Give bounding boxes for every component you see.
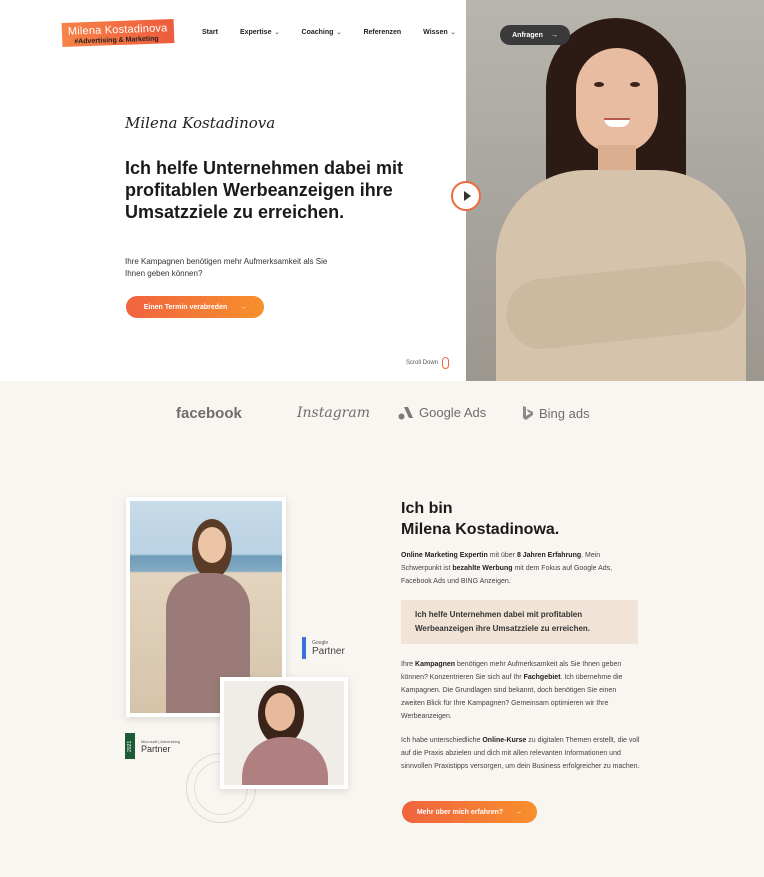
google-ads-icon <box>398 406 413 419</box>
badge-bar <box>302 637 306 659</box>
play-icon <box>463 191 471 201</box>
nav-item-expertise[interactable]: Expertise ⌄ <box>240 29 280 36</box>
about-paragraph-intro: Online Marketing Expertin mit über 8 Jah… <box>401 549 641 588</box>
chevron-down-icon: ⌄ <box>450 30 456 36</box>
brand-label: facebook <box>176 405 242 422</box>
photo-eye <box>594 82 604 87</box>
photo-smile <box>604 118 630 127</box>
badge-big-text: Partner <box>312 645 345 657</box>
photo-top <box>242 737 328 785</box>
bold-text: Fachgebiet <box>523 674 561 681</box>
brand-facebook-logo: facebook <box>176 405 242 422</box>
anfragen-button[interactable]: Anfragen → <box>500 25 570 45</box>
brand-label: Instagram <box>297 405 370 421</box>
brand-instagram-logo: Instagram <box>297 405 370 421</box>
scroll-down-indicator[interactable]: Scroll Down <box>406 357 450 369</box>
photo-face <box>265 693 295 731</box>
scroll-down-label: Scroll Down <box>406 360 439 366</box>
anfragen-label: Anfragen <box>512 31 543 39</box>
logo-tagline: #Advertising & Marketing <box>74 35 159 46</box>
photo-face <box>576 48 658 153</box>
nav-item-referenzen[interactable]: Referenzen <box>363 29 401 36</box>
google-partner-badge: Google Partner <box>302 637 345 659</box>
bold-text: Online-Kurse <box>482 737 527 744</box>
hero-section: Milena Kostadinova #Advertising & Market… <box>0 0 764 381</box>
arrow-right-icon: → <box>515 808 523 816</box>
nav-item-start[interactable]: Start <box>202 29 218 36</box>
portrait-photo <box>224 681 344 785</box>
video-play-button[interactable] <box>451 181 481 211</box>
learn-more-button[interactable]: Mehr über mich erfahren? → <box>402 801 537 823</box>
chevron-down-icon: ⌄ <box>336 30 342 36</box>
brand-google-ads-logo: Google Ads <box>398 405 486 420</box>
bold-text: bezahlte Werbung <box>452 565 513 572</box>
about-paragraph-campaigns: Ihre Kampagnen benötigen mehr Aufmerksam… <box>401 658 641 723</box>
text: Ihre <box>401 661 416 668</box>
main-nav: Start Expertise ⌄ Coaching ⌄ Referenzen Wi… <box>202 29 478 36</box>
arrow-right-icon: → <box>239 303 247 311</box>
bold-text: 8 Jahren Erfahrung <box>516 552 582 559</box>
button-label: Einen Termin verabreden <box>143 303 228 311</box>
heading-line: Ich bin <box>401 500 453 517</box>
text: Ich habe unterschiedliche <box>401 737 483 744</box>
bing-icon <box>523 406 533 420</box>
site-logo[interactable]: Milena Kostadinova #Advertising & Market… <box>61 19 175 47</box>
portrait-photo-frame <box>220 677 348 789</box>
brand-bing-ads-logo: Bing ads <box>522 405 590 421</box>
brand-label: Google Ads <box>419 405 487 420</box>
microsoft-partner-badge: 2021 Microsoft | Advertising Partner <box>125 733 180 759</box>
nav-label: Start <box>202 29 218 36</box>
badge-year: 2021 <box>125 733 135 759</box>
about-paragraph-courses: Ich habe unterschiedliche Online-Kurse z… <box>401 734 641 773</box>
bold-text: Kampagnen <box>415 661 456 668</box>
arrow-right-icon: → <box>550 31 558 39</box>
signature: Milena Kostadinova <box>125 114 276 132</box>
badge-big-text: Partner <box>141 743 171 754</box>
about-heading: Ich bin Milena Kostadinowa. <box>401 498 559 540</box>
hero-subline: Ihre Kampagnen benötigen mehr Aufmerksam… <box>125 257 328 278</box>
badge-small-text: Microsoft | Advertising <box>141 738 181 744</box>
heading-line: Milena Kostadinowa. <box>401 521 560 538</box>
brand-label: Bing ads <box>539 405 590 421</box>
mouse-icon <box>442 357 450 369</box>
hero-portrait-photo <box>466 0 764 381</box>
nav-label: Expertise <box>239 29 272 36</box>
photo-face <box>198 527 226 563</box>
photo-eye <box>630 82 640 87</box>
nav-label: Wissen <box>423 29 448 36</box>
about-section: facebook Instagram Google Ads Bing ads G… <box>0 381 764 877</box>
bold-text: Online Marketing Expertin <box>401 552 488 559</box>
text: mit über <box>487 552 517 559</box>
nav-label: Coaching <box>301 29 334 36</box>
nav-item-coaching[interactable]: Coaching ⌄ <box>302 29 342 36</box>
hero-headline: Ich helfe Unternehmen dabei mit profitab… <box>125 158 404 222</box>
nav-item-wissen[interactable]: Wissen ⌄ <box>423 29 455 36</box>
chevron-down-icon: ⌄ <box>274 30 280 36</box>
book-appointment-button[interactable]: Einen Termin verabreden → <box>126 296 264 318</box>
highlight-quote: Ich helfe Unternehmen dabei mit profitab… <box>401 600 638 644</box>
nav-label: Referenzen <box>363 29 402 36</box>
button-label: Mehr über mich erfahren? <box>416 808 504 816</box>
